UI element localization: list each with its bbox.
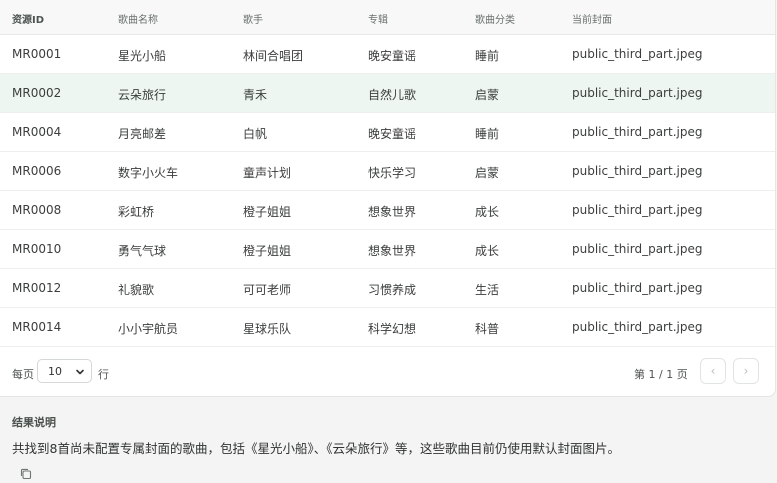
cell-resource-id: MR0012 [12, 281, 62, 295]
cell-resource-id: MR0001 [12, 47, 62, 61]
cell-resource-id: MR0008 [12, 203, 62, 217]
header-resource-id: 资源ID [12, 15, 45, 26]
header-song-name: 歌曲名称 [118, 15, 158, 26]
cell-artist: 可可老师 [243, 283, 292, 297]
cell-category: 启蒙 [475, 166, 500, 180]
cell-resource-id: MR0006 [12, 164, 62, 178]
prev-page-button[interactable]: ‹ [700, 358, 726, 384]
cell-song-name: 云朵旅行 [118, 88, 167, 102]
cell-song-name: 月亮邮差 [118, 127, 167, 141]
chevron-down-icon [76, 369, 84, 375]
table-row[interactable]: MR0001 星光小船 林间合唱团 晚安童谣 睡前 public_third_part.j… [0, 35, 775, 74]
cell-category: 睡前 [475, 49, 500, 63]
cell-category: 科普 [475, 322, 500, 336]
cell-resource-id: MR0002 [12, 86, 62, 100]
cell-current-cover: public_third_part.jpeg [572, 86, 703, 100]
page-info: 第 1 / 1 页 [634, 368, 688, 381]
result-title: 结果说明 [12, 416, 56, 429]
cell-category: 成长 [475, 244, 500, 258]
cell-album: 想象世界 [368, 244, 417, 258]
table-row[interactable]: MR0008 彩虹桥 橙子姐姐 想象世界 成长 public_third_part.jpe… [0, 191, 775, 230]
cell-resource-id: MR0004 [12, 125, 62, 139]
cell-current-cover: public_third_part.jpeg [572, 47, 703, 61]
pagination-bar: 每页 10 行 第 1 / 1 页 ‹ › [0, 348, 775, 396]
cell-category: 启蒙 [475, 88, 500, 102]
cell-category: 生活 [475, 283, 500, 297]
cell-artist: 童声计划 [243, 166, 292, 180]
table-row[interactable]: MR0012 礼貌歌 可可老师 习惯养成 生活 public_third_part.jpe… [0, 269, 775, 308]
cell-category: 睡前 [475, 127, 500, 141]
table-header: 资源ID 歌曲名称 歌手 专辑 歌曲分类 当前封面 [0, 0, 775, 35]
table-row[interactable]: MR0010 勇气气球 橙子姐姐 想象世界 成长 public_third_part.jp… [0, 230, 775, 269]
cell-album: 自然儿歌 [368, 88, 417, 102]
cell-resource-id: MR0014 [12, 320, 62, 334]
cell-song-name: 小小宇航员 [118, 322, 179, 336]
cell-artist: 林间合唱团 [243, 49, 304, 63]
copy-icon[interactable] [19, 467, 33, 481]
cell-current-cover: public_third_part.jpeg [572, 242, 703, 256]
cell-artist: 橙子姐姐 [243, 205, 292, 219]
cell-artist: 星球乐队 [243, 322, 292, 336]
cell-song-name: 礼貌歌 [118, 283, 155, 297]
result-description: 共找到8首尚未配置专属封面的歌曲，包括《星光小船》、《云朵旅行》等，这些歌曲目前… [12, 441, 620, 456]
cell-current-cover: public_third_part.jpeg [572, 164, 703, 178]
table-row[interactable]: MR0004 月亮邮差 白帆 晚安童谣 睡前 public_third_part.jpeg [0, 113, 775, 152]
table-row[interactable]: MR0014 小小宇航员 星球乐队 科学幻想 科普 public_third_part.j… [0, 308, 775, 347]
cell-artist: 白帆 [243, 127, 268, 141]
cell-song-name: 彩虹桥 [118, 205, 155, 219]
table-row[interactable]: MR0002 云朵旅行 青禾 自然儿歌 启蒙 public_third_part.jpeg [0, 74, 775, 113]
cell-current-cover: public_third_part.jpeg [572, 320, 703, 334]
cell-song-name: 星光小船 [118, 49, 167, 63]
header-current-cover: 当前封面 [572, 15, 612, 26]
results-table-card: 资源ID 歌曲名称 歌手 专辑 歌曲分类 当前封面 MR0001 星光小船 林间合唱… [0, 0, 776, 397]
next-page-button[interactable]: › [733, 358, 759, 384]
cell-current-cover: public_third_part.jpeg [572, 203, 703, 217]
cell-category: 成长 [475, 205, 500, 219]
cell-album: 科学幻想 [368, 322, 417, 336]
header-artist: 歌手 [243, 15, 263, 26]
header-category: 歌曲分类 [475, 15, 515, 26]
cell-resource-id: MR0010 [12, 242, 62, 256]
cell-artist: 青禾 [243, 88, 268, 102]
cell-album: 习惯养成 [368, 283, 417, 297]
per-page-suffix: 行 [98, 368, 109, 381]
header-album: 专辑 [368, 15, 388, 26]
cell-album: 快乐学习 [368, 166, 417, 180]
cell-current-cover: public_third_part.jpeg [572, 125, 703, 139]
per-page-label: 每页 [12, 368, 34, 381]
cell-album: 晚安童谣 [368, 127, 417, 141]
cell-song-name: 勇气气球 [118, 244, 167, 258]
cell-album: 晚安童谣 [368, 49, 417, 63]
cell-album: 想象世界 [368, 205, 417, 219]
per-page-value: 10 [48, 365, 62, 378]
table-row[interactable]: MR0006 数字小火车 童声计划 快乐学习 启蒙 public_third_part.j… [0, 152, 775, 191]
per-page-select[interactable]: 10 [37, 359, 92, 383]
cell-artist: 橙子姐姐 [243, 244, 292, 258]
cell-current-cover: public_third_part.jpeg [572, 281, 703, 295]
cell-song-name: 数字小火车 [118, 166, 179, 180]
